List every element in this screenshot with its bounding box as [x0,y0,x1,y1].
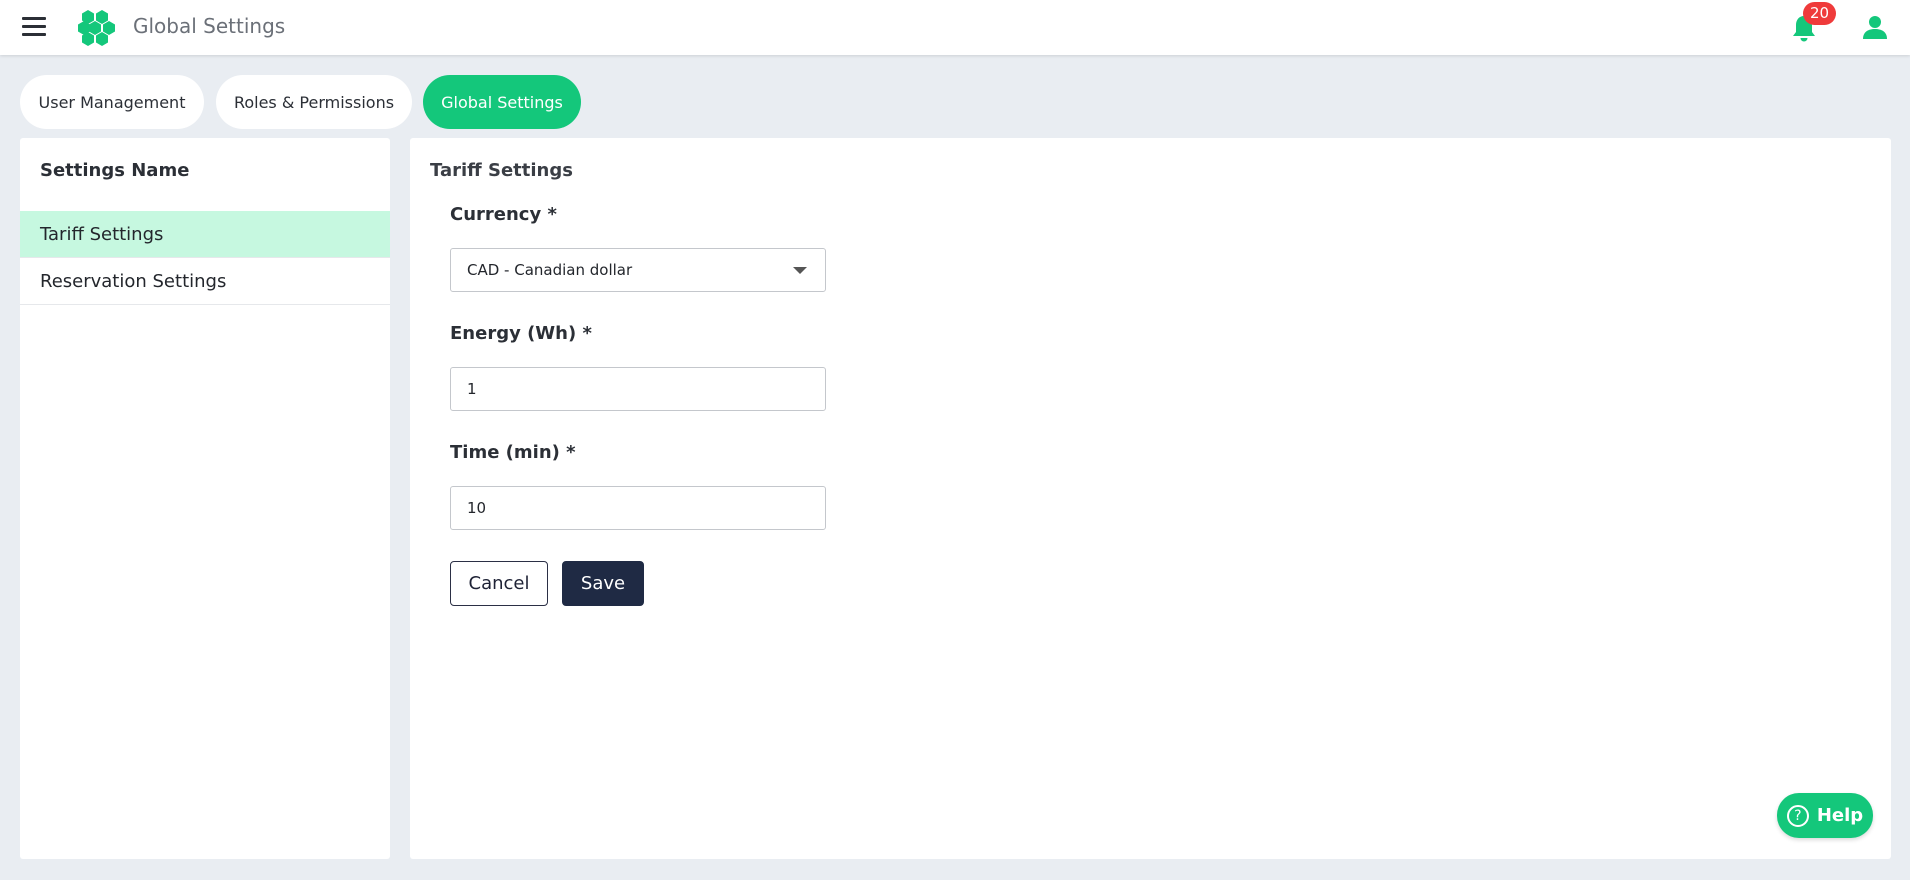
energy-input[interactable] [450,367,826,411]
notification-badge: 20 [1803,2,1836,25]
currency-label: Currency * [450,204,557,225]
save-button[interactable]: Save [562,561,644,606]
energy-label: Energy (Wh) * [450,323,592,344]
currency-select[interactable]: CAD - Canadian dollar [450,248,826,292]
user-icon[interactable] [1862,14,1888,40]
caret-down-icon [793,267,807,274]
settings-form-panel: Tariff Settings Currency * CAD - Canadia… [410,138,1891,859]
page-title: Global Settings [133,14,286,38]
sidebar-item-reservation-settings[interactable]: Reservation Settings [20,258,390,305]
time-label: Time (min) * [450,442,576,463]
section-title: Tariff Settings [430,160,573,181]
tab-roles-permissions[interactable]: Roles & Permissions [216,75,412,129]
question-circle-icon: ? [1786,804,1809,827]
time-input[interactable] [450,486,826,530]
menu-icon[interactable] [22,17,46,37]
tab-global-settings[interactable]: Global Settings [423,75,581,129]
sidebar-item-label: Tariff Settings [40,223,164,245]
settings-list-panel: Settings Name Tariff Settings Reservatio… [20,138,390,859]
top-bar: Global Settings 20 [0,0,1910,55]
help-label: Help [1816,805,1864,826]
currency-select-value: CAD - Canadian dollar [467,261,633,279]
help-button[interactable]: ? Help [1777,793,1873,838]
sidebar-item-label: Reservation Settings [40,270,227,292]
tab-user-management[interactable]: User Management [20,75,204,129]
logo-icon [78,8,120,48]
settings-list-heading: Settings Name [40,160,190,181]
cancel-button[interactable]: Cancel [450,561,548,606]
sidebar-item-tariff-settings[interactable]: Tariff Settings [20,211,390,258]
